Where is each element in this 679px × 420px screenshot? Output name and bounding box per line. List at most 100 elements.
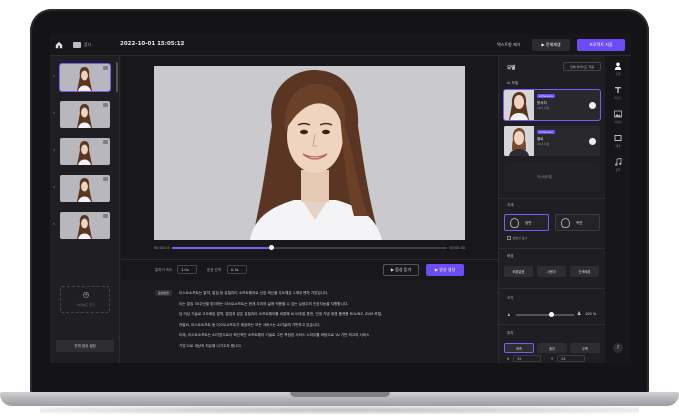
script-editor[interactable]: 음성변환 이스트소프트는 알약, 알집 등 유틸리티 소프트웨어로 산업 혁신을… [121, 280, 498, 363]
full-video-settings-button[interactable]: 전체 영상 설정 [56, 340, 114, 352]
person-icon [614, 62, 622, 70]
slide-avatar [77, 141, 92, 165]
slide-avatar [77, 178, 92, 202]
background-user-button[interactable]: 사용자 [537, 266, 566, 277]
slide-thumbnail[interactable] [59, 63, 111, 92]
model-card[interactable]: AI Persona 멜로 20대 여성 [504, 126, 600, 156]
divider [499, 198, 606, 199]
slide-duration-badge [103, 177, 108, 181]
background-icon [614, 135, 622, 141]
laptop-notch [290, 392, 390, 397]
avatar-portrait [154, 66, 465, 240]
position-section-label: 위치 [507, 331, 514, 335]
custom-model-card[interactable]: 커스텀모델 [504, 162, 600, 192]
panel-title: 모델 [507, 66, 516, 71]
pose-front[interactable]: 정면 [504, 214, 549, 231]
slide-thumbnail[interactable] [60, 212, 110, 239]
background-none-button[interactable]: 배경없음 [504, 266, 533, 277]
script-line[interactable]: 이는 알집 30주년을 맞이하는 이스트소프트는 현재 우리의 삶에 적용할 수… [179, 302, 348, 307]
pause-label: 문장 간격 [207, 268, 221, 272]
script-line[interactable]: 기업'으로 세상의 치유해 나가고자 합니다. [179, 344, 242, 349]
properties-panel: 모델 전체 슬라이드 적용 AI 모델 AI Persona 윤서지 20대 여… [498, 56, 606, 363]
help-icon[interactable]: ? [613, 343, 623, 353]
video-preview[interactable] [154, 66, 465, 240]
listen-voice-button[interactable]: ▶ 음성 듣기 [383, 264, 419, 276]
plus-icon: + [83, 292, 89, 298]
rail-item-image[interactable]: 이미지 [605, 106, 631, 128]
folder-icon[interactable] [73, 42, 81, 48]
slide-avatar [77, 67, 92, 91]
slide-thumbnail[interactable] [60, 138, 110, 165]
pose-front-icon [510, 218, 519, 228]
timeline[interactable]: 00:00:03 00:00:40 [154, 244, 465, 252]
slide-duration-badge [103, 66, 108, 70]
rail-label: 음악 [615, 169, 621, 172]
size-number: 100 [585, 312, 592, 316]
play-all-button[interactable]: ▶ 전체재생 [532, 39, 570, 51]
rail-item-model[interactable]: 모델 [605, 58, 631, 80]
script-line[interactable]: 이제, 이스트소프트는 AI기업으로서 혁신적인 소프트웨어 기술로 그린 측정… [179, 333, 369, 338]
image-icon [614, 110, 622, 118]
ai-models-label: AI 모델 [507, 81, 518, 85]
model-badge: AI Persona [537, 130, 555, 134]
model-card[interactable]: AI Persona 윤서지 20대 여성 [503, 89, 601, 121]
laptop-shadow [40, 406, 639, 414]
apply-all-slides-button[interactable]: 전체 슬라이드 적용 [563, 62, 601, 71]
pause-select[interactable]: 0.3s [227, 265, 247, 274]
timeline-handle[interactable] [268, 245, 274, 250]
slide-scrollbar[interactable] [116, 62, 118, 92]
script-tag[interactable]: 음성변환 [155, 290, 173, 296]
position-left-button[interactable]: 좌측 [504, 343, 534, 353]
pose-side[interactable]: 측면 [555, 214, 600, 231]
top-bar: 폴더 2022-10-01 15:05:12 ✎ 텍스트형 제거 ▶ 전체재생 … [50, 34, 631, 56]
slide-duration-badge [103, 214, 108, 218]
rail-item-background[interactable]: 배경 [605, 130, 631, 152]
divider [499, 288, 606, 289]
pencil-icon[interactable]: ✎ [180, 42, 185, 47]
timeline-progress [172, 247, 271, 249]
rail-item-music[interactable]: 음악 [605, 154, 631, 176]
position-center-button[interactable]: 중앙 [537, 343, 567, 353]
slide-number: 2 [53, 111, 55, 115]
script-line[interactable]: 딥 러닝 기술로 고도화된 알약, 알집과 같은 유틸리티 소프트웨어를 비롯해… [179, 312, 382, 317]
coord-y-label: Y [551, 357, 554, 361]
slide-thumbnail[interactable] [60, 175, 110, 202]
size-slider[interactable] [516, 314, 574, 316]
coord-x-value: 32 [517, 357, 522, 361]
pose-label: 측면 [576, 221, 583, 225]
size-value[interactable]: 100 % [585, 312, 596, 316]
background-color-button[interactable]: 단색배경 [570, 266, 599, 277]
model-desc: 20대 여성 [537, 142, 550, 146]
add-slide-button[interactable]: + 슬라이드 추가 [60, 286, 110, 313]
custom-model-label: 커스텀모델 [537, 175, 552, 179]
play-icon[interactable] [589, 102, 596, 109]
rail-label: 텍스트 [614, 97, 622, 100]
slide-duration-badge [103, 103, 108, 107]
model-desc: 20대 여성 [537, 106, 550, 110]
upper-body-checkbox[interactable]: 상반신 표시 [507, 236, 527, 240]
generate-video-button[interactable]: ▶ 영상 생성 [426, 264, 464, 276]
slide-avatar [77, 215, 92, 239]
pose-section-label: 자세 [507, 203, 514, 207]
folder-label[interactable]: 폴더 [84, 42, 91, 48]
person-small-icon: ♟ [507, 312, 511, 317]
checkbox-icon[interactable] [507, 236, 511, 240]
divider [499, 324, 606, 325]
caption-link[interactable]: 텍스트형 제거 [497, 42, 520, 48]
pose-label: 정면 [525, 221, 532, 225]
slide-number: 1 [53, 74, 55, 78]
pose-side-icon [561, 218, 570, 228]
script-line[interactable]: 이스트소프트는 알약, 알집 등 유틸리티 소프트웨어로 산업 혁신을 주도해온… [179, 291, 328, 296]
home-icon[interactable] [55, 41, 63, 49]
speed-select[interactable]: 1.0x [177, 265, 197, 274]
app-screen: 폴더 2022-10-01 15:05:12 ✎ 텍스트형 제거 ▶ 전체재생 … [50, 34, 631, 363]
play-icon[interactable] [589, 138, 596, 145]
rail-item-text[interactable]: 텍스트 [605, 82, 631, 104]
position-right-button[interactable]: 우측 [570, 343, 600, 353]
slide-number: 3 [53, 148, 55, 152]
slide-thumbnail[interactable] [60, 101, 110, 128]
save-project-button[interactable]: 프로젝트 저장 [577, 39, 625, 51]
size-slider-handle[interactable] [549, 312, 555, 317]
playback-controls: 말하기 속도 1.0x 문장 간격 0.3s ▶ 음성 듣기 ▶ 영상 생성 [121, 259, 498, 279]
script-line[interactable]: 카발M, 이스트소프트 등 이스트소프트가 제공하는 모든 서비스는 AI기술에… [179, 323, 321, 328]
